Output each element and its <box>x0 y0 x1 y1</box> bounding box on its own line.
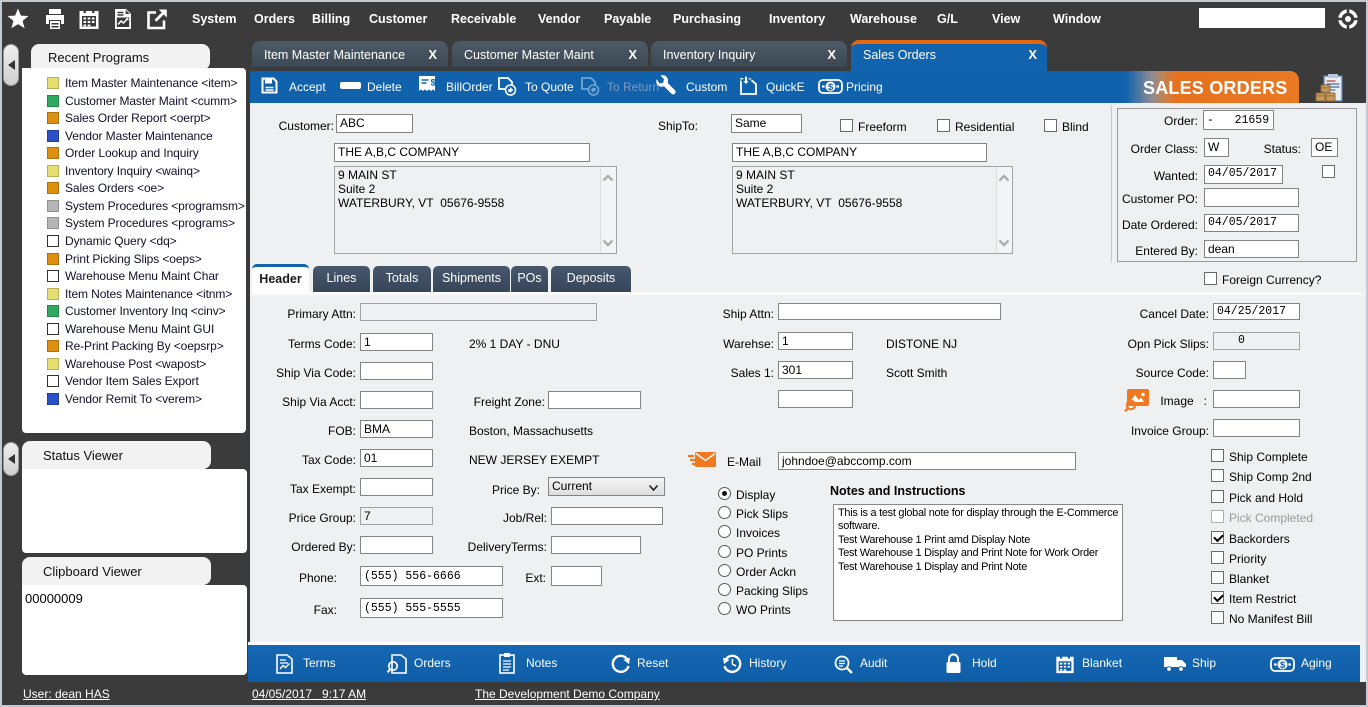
svg-text:$: $ <box>1280 660 1286 671</box>
svg-text:$: $ <box>431 78 436 88</box>
svg-text:$: $ <box>828 82 834 93</box>
